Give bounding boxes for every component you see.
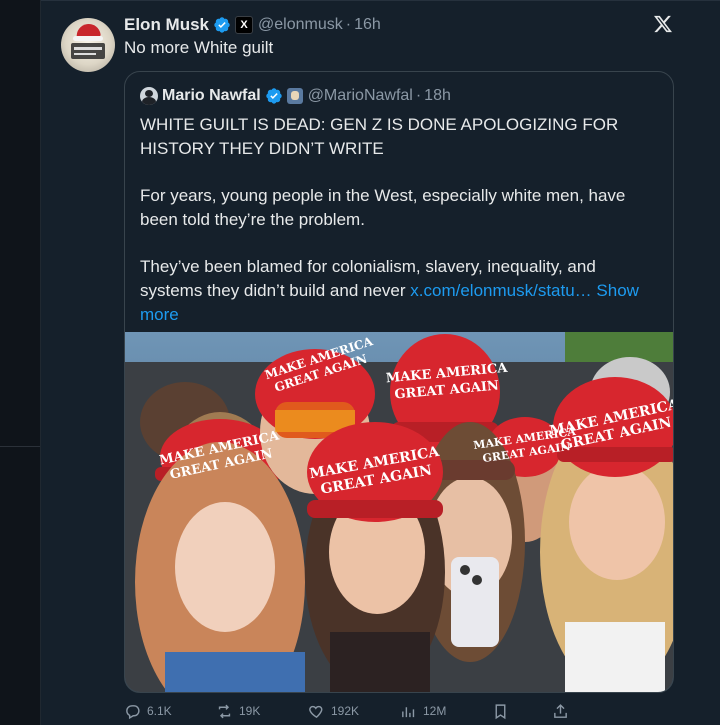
like-button[interactable]: 192K	[308, 700, 359, 722]
post[interactable]: Elon Musk X @elonmusk · 16h No more Whit…	[41, 0, 720, 725]
status-link[interactable]: x.com/elonmusk/statu…	[410, 281, 591, 300]
heart-icon	[309, 705, 323, 718]
separator-dot: ·	[345, 16, 352, 33]
divider	[41, 0, 720, 1]
share-button[interactable]	[552, 700, 575, 722]
reply-button[interactable]: 6.1K	[124, 700, 172, 722]
like-count: 192K	[331, 704, 360, 718]
separator-dot: ·	[415, 87, 422, 104]
bookmark-icon	[495, 703, 506, 719]
views-count: 12M	[423, 704, 447, 718]
reply-icon	[126, 704, 140, 719]
post-time[interactable]: 16h	[354, 16, 381, 34]
post-photo[interactable]: MAKE AMERICA GREAT AGAIN MAKE AMERICA GR…	[125, 332, 673, 692]
share-icon	[554, 703, 567, 718]
author-avatar[interactable]	[61, 18, 115, 72]
author-handle[interactable]: @elonmusk	[258, 16, 343, 34]
quoted-post[interactable]: Mario Nawfal @MarioNawfal · 18h WHITE GU…	[124, 71, 674, 693]
quoted-time[interactable]: 18h	[424, 87, 451, 105]
left-sidebar	[0, 0, 40, 725]
bookmark-button[interactable]	[492, 700, 515, 722]
verified-badge-icon	[265, 88, 282, 104]
quoted-avatar[interactable]	[140, 87, 158, 105]
post-actions: 6.1K 19K 192K 12M	[124, 700, 604, 722]
affiliation-badge	[286, 88, 303, 104]
repost-count: 19K	[239, 704, 261, 718]
quoted-text: WHITE GUILT IS DEAD: GEN Z IS DONE APOLO…	[140, 113, 660, 350]
quoted-author-name[interactable]: Mario Nawfal	[162, 87, 261, 105]
app-frame: Elon Musk X @elonmusk · 16h No more Whit…	[0, 0, 720, 725]
reply-count: 6.1K	[147, 704, 172, 718]
quoted-headline: WHITE GUILT IS DEAD: GEN Z IS DONE APOLO…	[140, 115, 619, 158]
verified-badge-icon	[214, 17, 230, 33]
affiliation-badge: X	[235, 16, 254, 34]
quoted-author-handle[interactable]: @MarioNawfal	[308, 87, 413, 105]
quoted-paragraph: For years, young people in the West, esp…	[140, 186, 626, 229]
x-logo-icon[interactable]	[652, 14, 674, 36]
quoted-paragraph: They’ve been blamed for colonialism, sla…	[140, 255, 660, 327]
repost-icon	[218, 704, 231, 718]
views-button[interactable]: 12M	[400, 700, 446, 722]
author-name[interactable]: Elon Musk	[124, 15, 209, 35]
views-chart-icon	[402, 706, 415, 717]
post-text: No more White guilt	[124, 38, 274, 57]
repost-button[interactable]: 19K	[216, 700, 260, 722]
quoted-header: Mario Nawfal @MarioNawfal · 18h	[140, 84, 451, 108]
post-header: Elon Musk X @elonmusk · 16h	[124, 14, 381, 36]
